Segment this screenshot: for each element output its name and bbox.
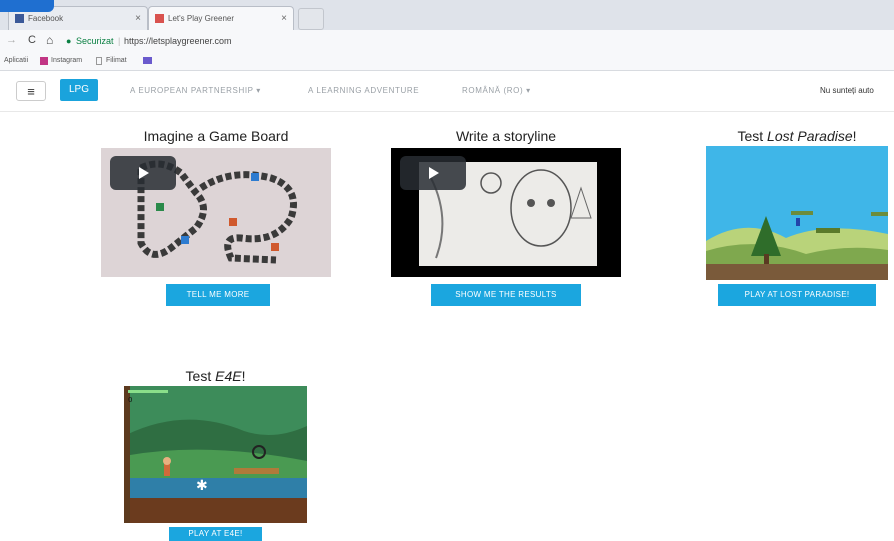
- card-title: Test Lost Paradise!: [737, 128, 857, 144]
- bookmark-apps[interactable]: Aplicatii: [4, 57, 28, 64]
- game-board-video[interactable]: [101, 148, 331, 277]
- tab-lets-play-greener[interactable]: Let's Play Greener ×: [148, 6, 294, 30]
- lost-paradise-screenshot: [706, 146, 888, 280]
- tab-close-icon[interactable]: ×: [135, 7, 141, 31]
- nav-link-learning-adventure[interactable]: A LEARNING ADVENTURE: [308, 86, 419, 95]
- address-divider: |: [118, 36, 121, 46]
- play-e4e-button[interactable]: PLAY AT E4E!: [169, 527, 262, 541]
- bookmark-filimat[interactable]: Filimat: [106, 57, 127, 64]
- secure-label: Securizat: [76, 36, 114, 46]
- card-title: Test E4E!: [185, 368, 246, 384]
- nav-link-language[interactable]: ROMÂNĂ (RO) ▾: [462, 86, 531, 95]
- svg-text:✱: ✱: [196, 478, 208, 494]
- window-corner-badge: [0, 0, 54, 12]
- address-bar: → C ⌂ ● Securizat | https://letsplaygree…: [0, 30, 894, 54]
- brand-logo[interactable]: LPG: [60, 79, 98, 101]
- e4e-screenshot: ✱ 0: [124, 386, 307, 523]
- lock-icon: ●: [66, 36, 72, 46]
- show-me-the-results-button[interactable]: SHOW ME THE RESULTS: [431, 284, 581, 306]
- mail-icon[interactable]: [143, 57, 152, 64]
- nav-link-partnership[interactable]: A EUROPEAN PARTNERSHIP ▾: [130, 86, 261, 95]
- bookmarks-bar: Aplicatii Instagram Filimat: [0, 54, 894, 71]
- lost-paradise-game-art: [706, 146, 888, 280]
- e4e-game-art: ✱ 0: [124, 386, 307, 523]
- new-tab-button[interactable]: [298, 8, 324, 30]
- tell-me-more-button[interactable]: TELL ME MORE: [166, 284, 270, 306]
- login-notice: Nu sunteți auto: [820, 86, 874, 95]
- home-icon[interactable]: ⌂: [46, 33, 53, 47]
- tab-close-icon[interactable]: ×: [281, 7, 287, 31]
- site-favicon-icon: [155, 14, 164, 24]
- play-lost-paradise-button[interactable]: PLAY AT LOST PARADISE!: [718, 284, 876, 306]
- score-counter: 0: [128, 396, 132, 404]
- menu-toggle-button[interactable]: ≡: [16, 81, 46, 101]
- page-icon: [96, 57, 102, 65]
- storyline-video[interactable]: [391, 148, 621, 277]
- card-title: Imagine a Game Board: [143, 128, 289, 144]
- play-icon[interactable]: [110, 156, 176, 190]
- back-icon[interactable]: →: [6, 34, 17, 46]
- url-field[interactable]: https://letsplaygreener.com: [124, 36, 232, 46]
- bookmark-instagram[interactable]: Instagram: [51, 57, 82, 64]
- play-icon[interactable]: [400, 156, 466, 190]
- card-title: Write a storyline: [455, 128, 557, 144]
- reload-icon[interactable]: C: [28, 34, 36, 46]
- instagram-icon: [40, 57, 48, 65]
- facebook-favicon-icon: [15, 14, 24, 24]
